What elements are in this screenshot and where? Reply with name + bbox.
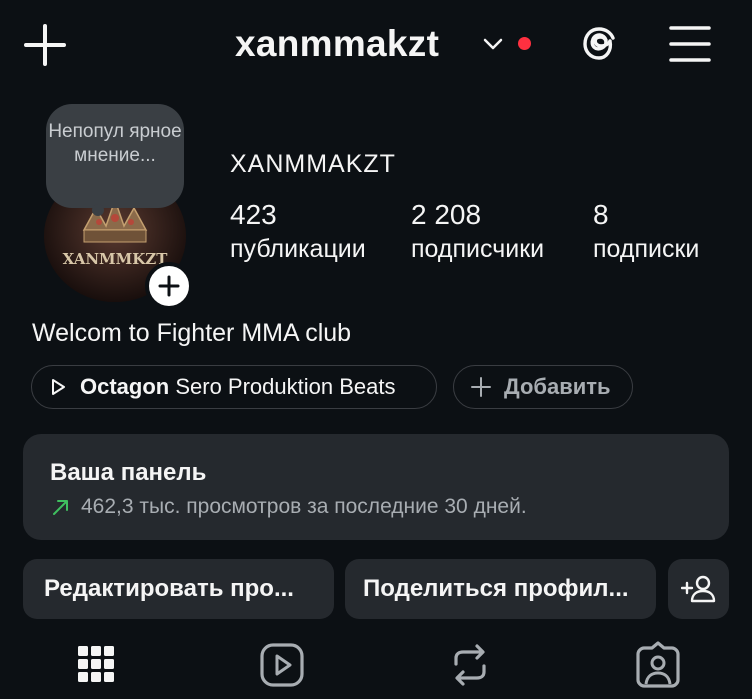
- professional-dashboard[interactable]: [23, 434, 729, 540]
- note-bubble-tail: [92, 204, 104, 216]
- play-icon: [52, 379, 65, 395]
- tab-tagged[interactable]: [634, 640, 682, 690]
- tab-reels[interactable]: [258, 640, 306, 690]
- profile-note-text: Непопул ярное мнение...: [48, 121, 182, 166]
- plus-icon: [471, 377, 491, 397]
- add-person-icon: [680, 575, 715, 603]
- followers-label: подписчики: [411, 235, 545, 263]
- add-link-chip[interactable]: Добавить: [453, 365, 633, 409]
- edit-profile-button[interactable]: Редактировать про...: [23, 559, 334, 619]
- account-switcher-username[interactable]: xanmmakzt: [235, 22, 439, 66]
- chevron-down-icon[interactable]: [482, 34, 504, 54]
- display-name: XANMMAKZT: [230, 150, 396, 178]
- music-artist: Sero Produktion Beats: [169, 374, 396, 399]
- posts-count: 423: [230, 199, 277, 230]
- profile-note-bubble[interactable]: Непопул ярное мнение...: [46, 104, 184, 208]
- tab-reposts[interactable]: [446, 640, 494, 690]
- grid-icon: [78, 646, 114, 682]
- create-button[interactable]: [22, 22, 68, 68]
- share-profile-label: Поделиться профил...: [363, 575, 629, 602]
- music-title: Octagon: [80, 374, 170, 399]
- bio-text: Welcom to Fighter MMA club: [32, 319, 352, 347]
- plus-icon: [158, 275, 180, 297]
- posts-stat[interactable]: 423 публикации: [230, 199, 366, 264]
- threads-button[interactable]: [575, 20, 623, 68]
- reposts-icon: [454, 644, 486, 686]
- profile-music-chip[interactable]: Octagon Sero Produktion Beats: [31, 365, 437, 409]
- trend-up-arrow-icon: [51, 497, 71, 517]
- dashboard-title: Ваша панель: [50, 459, 207, 486]
- edit-profile-label: Редактировать про...: [44, 575, 294, 602]
- following-label: подписки: [593, 235, 700, 263]
- following-stat[interactable]: 8 подписки: [593, 199, 699, 264]
- menu-icon: [669, 26, 711, 62]
- menu-button[interactable]: [666, 22, 714, 66]
- following-count: 8: [593, 199, 609, 230]
- discover-people-button[interactable]: [668, 559, 729, 619]
- dashboard-subtitle: 462,3 тыс. просмотров за последние 30 дн…: [81, 495, 527, 518]
- tab-posts-grid[interactable]: [72, 640, 120, 690]
- add-chip-label: Добавить: [504, 374, 611, 399]
- threads-icon: [583, 27, 615, 60]
- share-profile-button[interactable]: Поделиться профил...: [345, 559, 656, 619]
- reels-icon: [260, 643, 304, 687]
- followers-stat[interactable]: 2 208 подписчики: [411, 199, 544, 264]
- add-story-button[interactable]: [145, 262, 193, 310]
- plus-icon: [24, 24, 66, 66]
- tagged-icon: [636, 641, 680, 688]
- posts-label: публикации: [230, 235, 366, 263]
- followers-count: 2 208: [411, 199, 482, 230]
- notification-dot: [518, 37, 531, 50]
